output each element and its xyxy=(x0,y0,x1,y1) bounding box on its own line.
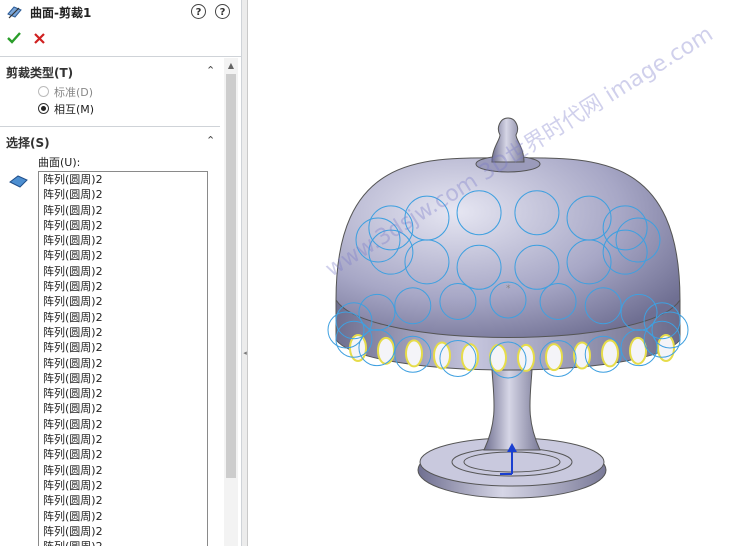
list-item[interactable]: 阵列(圆周)2 xyxy=(39,279,207,294)
radio-mutual-label[interactable]: 相互(M) xyxy=(54,101,94,117)
radio-standard[interactable] xyxy=(38,86,49,97)
radio-standard-label[interactable]: 标准(D) xyxy=(54,84,93,100)
surface-trim-icon xyxy=(7,6,22,19)
collapse-chevron-icon[interactable]: ⌃ xyxy=(206,134,215,147)
list-item[interactable]: 阵列(圆周)2 xyxy=(39,539,207,546)
collapse-chevron-icon[interactable]: ⌃ xyxy=(206,64,215,77)
cancel-button[interactable] xyxy=(32,30,48,46)
checkmark-icon xyxy=(7,32,21,44)
list-item[interactable]: 阵列(圆周)2 xyxy=(39,310,207,325)
3d-model-view[interactable]: * xyxy=(248,0,740,546)
list-item[interactable]: 阵列(圆周)2 xyxy=(39,447,207,462)
surfaces-field-label: 曲面(U): xyxy=(38,156,81,169)
graphics-viewport[interactable]: * xyxy=(248,0,740,546)
list-item[interactable]: 阵列(圆周)2 xyxy=(39,325,207,340)
surfaces-listbox[interactable]: 阵列(圆周)2 阵列(圆周)2 阵列(圆周)2 阵列(圆周)2 阵列(圆周)2 阵列(圆周… xyxy=(38,171,208,546)
list-item[interactable]: 阵列(圆周)2 xyxy=(39,294,207,309)
svg-text:*: * xyxy=(506,284,511,294)
list-item[interactable]: 阵列(圆周)2 xyxy=(39,371,207,386)
list-item[interactable]: 阵列(圆周)2 xyxy=(39,187,207,202)
panel-title: 曲面-剪裁1 xyxy=(30,6,92,20)
divider xyxy=(0,56,241,57)
list-item[interactable]: 阵列(圆周)2 xyxy=(39,233,207,248)
list-item[interactable]: 阵列(圆周)2 xyxy=(39,478,207,493)
divider xyxy=(0,126,220,127)
scrollbar-thumb[interactable] xyxy=(226,74,236,478)
list-item[interactable]: 阵列(圆周)2 xyxy=(39,386,207,401)
scroll-up-arrow[interactable]: ▲ xyxy=(226,62,236,70)
ok-button[interactable] xyxy=(6,30,22,46)
list-item[interactable]: 阵列(圆周)2 xyxy=(39,203,207,218)
list-item[interactable]: 阵列(圆周)2 xyxy=(39,493,207,508)
list-item[interactable]: 阵列(圆周)2 xyxy=(39,264,207,279)
help-button[interactable]: ? xyxy=(215,4,230,19)
list-item[interactable]: 阵列(圆周)2 xyxy=(39,356,207,371)
list-item[interactable]: 阵列(圆周)2 xyxy=(39,340,207,355)
trim-type-heading[interactable]: 剪裁类型(T) xyxy=(6,64,73,81)
whats-new-help-button[interactable]: ? xyxy=(191,4,206,19)
list-item[interactable]: 阵列(圆周)2 xyxy=(39,218,207,233)
close-icon xyxy=(34,33,45,44)
list-item[interactable]: 阵列(圆周)2 xyxy=(39,417,207,432)
stem[interactable] xyxy=(483,369,541,451)
panel-title-row: 曲面-剪裁1 ? ? xyxy=(0,0,241,24)
splitter-grip-icon[interactable]: ◂ xyxy=(243,346,247,360)
list-item[interactable]: 阵列(圆周)2 xyxy=(39,172,207,187)
property-manager-panel: 曲面-剪裁1 ? ? ▲ 剪裁类型(T) ⌃ 标准(D) 相互(M) 选择(S)… xyxy=(0,0,242,546)
surface-selection-icon xyxy=(9,175,28,188)
list-item[interactable]: 阵列(圆周)2 xyxy=(39,401,207,416)
list-item[interactable]: 阵列(圆周)2 xyxy=(39,509,207,524)
list-item[interactable]: 阵列(圆周)2 xyxy=(39,248,207,263)
list-item[interactable]: 阵列(圆周)2 xyxy=(39,432,207,447)
list-item[interactable]: 阵列(圆周)2 xyxy=(39,524,207,539)
radio-mutual[interactable] xyxy=(38,103,49,114)
list-item[interactable]: 阵列(圆周)2 xyxy=(39,463,207,478)
selections-heading[interactable]: 选择(S) xyxy=(6,134,50,151)
